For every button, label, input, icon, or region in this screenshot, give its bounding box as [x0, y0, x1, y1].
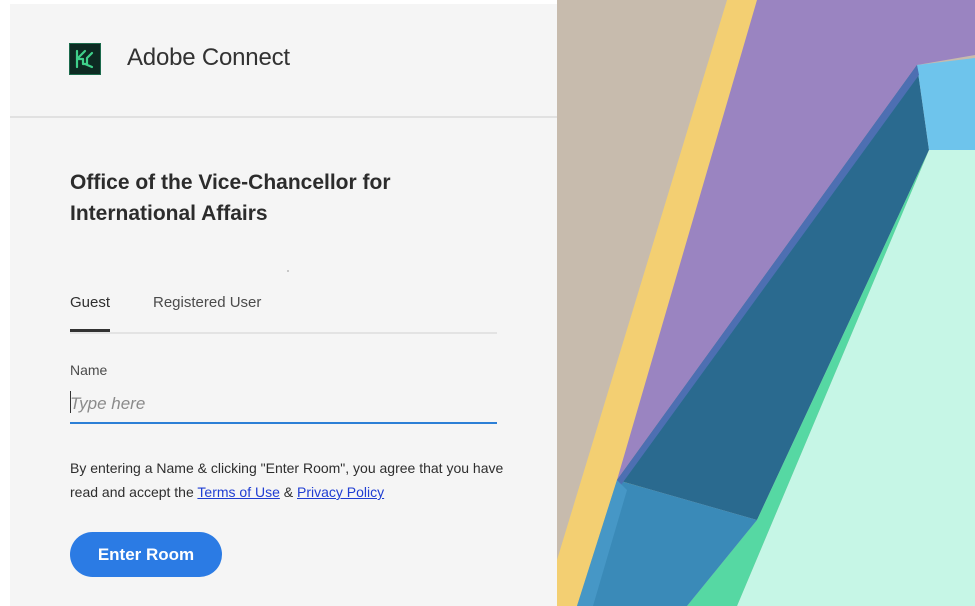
agreement-text: By entering a Name & clicking "Enter Roo…	[70, 456, 510, 504]
tab-registered-user[interactable]: Registered User	[153, 294, 261, 311]
login-panel: Adobe Connect Office of the Vice-Chancel…	[0, 0, 557, 606]
privacy-policy-link[interactable]: Privacy Policy	[297, 484, 384, 500]
enter-room-button[interactable]: Enter Room	[70, 532, 222, 577]
top-border	[0, 0, 557, 4]
login-tabs: Guest Registered User	[70, 294, 497, 334]
login-page: Adobe Connect Office of the Vice-Chancel…	[0, 0, 975, 606]
decorative-artwork	[557, 0, 975, 606]
header: Adobe Connect	[10, 4, 557, 118]
app-name: Adobe Connect	[127, 44, 290, 71]
agreement-separator: &	[279, 484, 297, 500]
decorative-dot	[287, 270, 289, 272]
name-label: Name	[70, 362, 108, 378]
room-title: Office of the Vice-Chancellor for Intern…	[70, 171, 391, 225]
active-tab-indicator	[70, 329, 110, 332]
text-cursor	[70, 391, 71, 413]
tab-guest[interactable]: Guest	[70, 294, 110, 311]
name-input[interactable]	[70, 386, 497, 424]
terms-of-use-link[interactable]: Terms of Use	[197, 484, 279, 500]
adobe-connect-logo-icon	[69, 43, 101, 75]
